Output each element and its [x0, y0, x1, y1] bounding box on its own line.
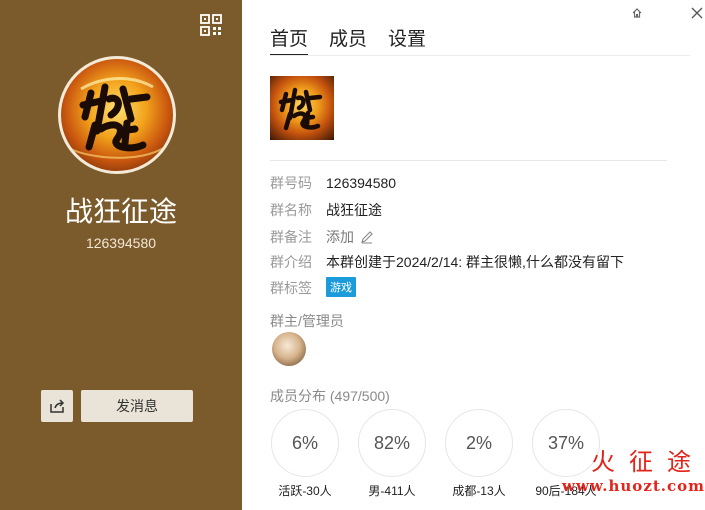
members-count: (497/500) — [329, 388, 390, 404]
info-label: 群号码 — [270, 175, 312, 191]
stat-value: 2% — [445, 409, 513, 477]
info-row-remark: 群备注 添加 — [270, 227, 374, 247]
tag-badge[interactable]: 游戏 — [326, 277, 356, 297]
members-title: 成员分布 (497/500) — [270, 386, 390, 406]
add-remark-link[interactable]: 添加 — [326, 229, 354, 245]
stat-label: 活跃-30人 — [278, 484, 332, 498]
stat-gender[interactable]: 82% 男-411人 — [358, 409, 426, 499]
watermark-title: 火征途 — [591, 448, 705, 476]
tab-bar: 首页 成员 设置 — [270, 24, 447, 56]
qr-code-icon[interactable] — [200, 14, 222, 36]
close-icon[interactable] — [690, 6, 704, 20]
group-avatar-small[interactable] — [270, 76, 334, 140]
info-label: 群标签 — [270, 280, 312, 296]
divider — [270, 160, 667, 161]
edit-icon[interactable] — [360, 230, 374, 244]
info-label: 群介绍 — [270, 254, 312, 270]
stat-value: 6% — [271, 409, 339, 477]
tab-settings[interactable]: 设置 — [388, 24, 426, 56]
watermark-url: www.huozt.com — [562, 477, 705, 495]
info-value: 本群创建于2024/2/14: 群主很懒,什么都没有留下 — [326, 254, 624, 270]
info-label: 群名称 — [270, 202, 312, 218]
share-button[interactable] — [41, 390, 73, 422]
info-label: 群备注 — [270, 229, 312, 245]
stat-label: 成都-13人 — [452, 484, 506, 498]
tab-home[interactable]: 首页 — [270, 24, 309, 56]
group-profile-sidebar: 战狂征途 126394580 发消息 — [0, 0, 242, 510]
stat-active[interactable]: 6% 活跃-30人 — [271, 409, 339, 499]
members-title-label: 成员分布 — [270, 388, 326, 404]
info-row-tags: 群标签 游戏 — [270, 277, 356, 298]
info-value: 战狂征途 — [326, 202, 382, 218]
pin-icon[interactable] — [631, 6, 643, 18]
admin-avatar[interactable] — [272, 332, 306, 366]
stat-value: 82% — [358, 409, 426, 477]
stat-label: 男-411人 — [368, 484, 416, 498]
info-row-intro: 群介绍 本群创建于2024/2/14: 群主很懒,什么都没有留下 — [270, 252, 624, 272]
watermark: 火征途 www.huozt.com — [560, 448, 705, 496]
share-icon — [50, 399, 65, 413]
send-message-button[interactable]: 发消息 — [81, 390, 193, 422]
info-row-group-code: 群号码 126394580 — [270, 173, 396, 193]
group-name: 战狂征途 — [64, 196, 177, 227]
info-value: 126394580 — [326, 175, 397, 191]
stat-region[interactable]: 2% 成都-13人 — [445, 409, 513, 499]
tab-divider — [270, 55, 690, 56]
admins-title: 群主/管理员 — [270, 313, 344, 329]
info-row-group-name: 群名称 战狂征途 — [270, 200, 382, 220]
tab-members[interactable]: 成员 — [329, 24, 367, 56]
group-number: 126394580 — [85, 235, 157, 251]
group-avatar-large[interactable] — [58, 56, 176, 174]
